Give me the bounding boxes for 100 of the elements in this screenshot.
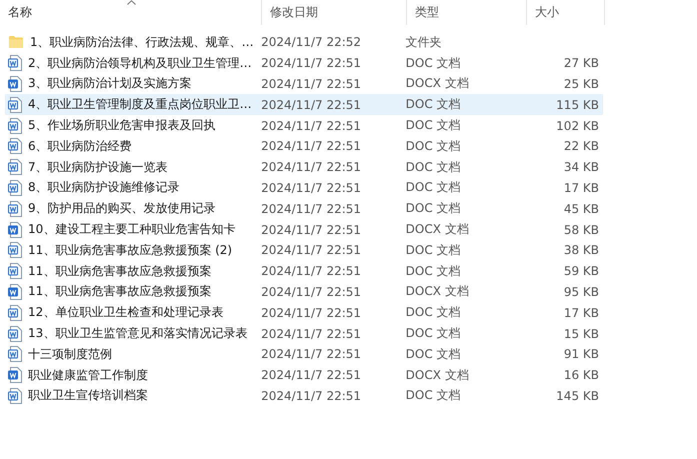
file-type: 文件夹 (406, 34, 442, 51)
modified-date: 2024/11/7 22:51 (261, 264, 362, 278)
column-header[interactable]: 修改日期 (262, 0, 407, 25)
file-type: DOC 文档 (406, 96, 461, 114)
file-type: DOC 文档 (406, 200, 461, 218)
modified-date: 2024/11/7 22:51 (261, 306, 362, 320)
file-name: 1、职业病防治法律、行政法规、规章、… (30, 34, 254, 51)
modified-date: 2024/11/7 22:51 (261, 56, 362, 70)
document-icon (8, 304, 22, 321)
file-size: 45 KB (564, 202, 599, 216)
file-size: 17 KB (564, 306, 599, 320)
file-name: 职业健康监管工作制度 (28, 366, 148, 384)
modified-date: 2024/11/7 22:51 (261, 326, 362, 341)
document-icon (8, 96, 22, 113)
file-row[interactable]: 8、职业病防护设施维修记录 2024/11/7 22:51 DOC 文档 17 KB (5, 178, 603, 198)
file-row[interactable]: 11、职业病危害事故应急救援预案 2024/11/7 22:51 DOC 文档 59 KB (5, 260, 603, 282)
file-row[interactable]: 3、职业病防治计划及实施方案 2024/11/7 22:51 DOCX 文档 25 KB (5, 74, 603, 94)
file-row[interactable]: 6、职业病防治经费 2024/11/7 22:51 DOC 文档 22 KB (5, 136, 603, 157)
file-size: 91 KB (564, 347, 599, 362)
modified-date: 2024/11/7 22:51 (261, 76, 362, 91)
file-type: DOCX 文档 (406, 366, 469, 384)
file-type: DOC 文档 (406, 242, 461, 259)
document-icon (8, 388, 22, 404)
file-row[interactable]: 5、作业场所职业危害申报表及回执 2024/11/7 22:51 DOC 文档 102 KB (5, 115, 603, 136)
document-icon (8, 242, 22, 258)
file-row[interactable]: 7、职业病防护设施一览表 2024/11/7 22:51 DOC 文档 34 KB (5, 156, 603, 178)
file-type: DOC 文档 (406, 158, 461, 176)
file-row[interactable]: 职业健康监管工作制度 2024/11/7 22:51 DOCX 文档 16 KB (5, 364, 603, 386)
modified-date: 2024/11/7 22:51 (261, 202, 362, 216)
modified-date: 2024/11/7 22:51 (261, 284, 362, 299)
file-name: 13、职业卫生监管意见和落实情况记录表 (28, 325, 248, 342)
file-row[interactable]: 10、建设工程主要工种职业危害告知卡 2024/11/7 22:51 DOCX 文档 58 KB (5, 219, 603, 240)
file-type: DOC 文档 (406, 54, 461, 72)
file-type: DOC 文档 (406, 179, 461, 196)
file-size: 102 KB (556, 118, 599, 133)
modified-date: 2024/11/7 22:51 (261, 243, 362, 258)
modified-date: 2024/11/7 22:51 (261, 180, 362, 195)
file-row[interactable]: 9、防护用品的购买、发放使用记录 2024/11/7 22:51 DOC 文档 45 KB (5, 198, 603, 220)
file-row[interactable]: 1、职业病防治法律、行政法规、规章、… 2024/11/7 22:52 文件夹 (5, 32, 603, 53)
document-icon (8, 118, 22, 134)
document-icon (8, 346, 22, 362)
file-row[interactable]: 12、单位职业卫生检查和处理记录表 2024/11/7 22:51 DOC 文档 17 KB (5, 302, 603, 324)
modified-date: 2024/11/7 22:51 (261, 368, 362, 382)
file-name: 11、职业病危害事故应急救援预案 (28, 262, 212, 280)
modified-date: 2024/11/7 22:51 (261, 388, 362, 403)
folder-icon (8, 35, 24, 50)
file-row[interactable]: 十三项制度范例 2024/11/7 22:51 DOC 文档 91 KB (5, 344, 603, 365)
file-row[interactable]: 4、职业卫生管理制度及重点岗位职业卫… 2024/11/7 22:51 DOC 文档 115 KB (5, 94, 603, 116)
file-type: DOC 文档 (406, 262, 461, 280)
document-icon (8, 159, 22, 176)
document-icon (8, 180, 22, 196)
file-type: DOC 文档 (406, 138, 461, 155)
file-row[interactable]: 2、职业病防治领导机构及职业卫生管理… 2024/11/7 22:51 DOC 文档 27 KB (5, 52, 603, 74)
file-size: 17 KB (564, 180, 599, 195)
document-icon (8, 138, 22, 154)
file-type: DOC 文档 (406, 304, 461, 322)
document-icon (8, 326, 22, 342)
file-type: DOC 文档 (406, 387, 461, 404)
word-document-icon (8, 367, 22, 384)
document-icon (8, 263, 22, 280)
file-size: 95 KB (564, 284, 599, 299)
modified-date: 2024/11/7 22:51 (261, 139, 362, 154)
file-size: 27 KB (564, 56, 599, 70)
modified-date: 2024/11/7 22:51 (261, 160, 362, 174)
file-name: 十三项制度范例 (28, 346, 112, 363)
file-type: DOCX 文档 (406, 283, 469, 300)
column-header[interactable]: 大小 (527, 0, 605, 25)
file-size: 22 KB (564, 139, 599, 154)
column-header[interactable]: 类型 (407, 0, 527, 25)
file-size: 16 KB (564, 368, 599, 382)
modified-date: 2024/11/7 22:51 (261, 347, 362, 362)
file-size: 58 KB (564, 222, 599, 237)
file-name: 5、作业场所职业危害申报表及回执 (28, 117, 216, 134)
modified-date: 2024/11/7 22:51 (261, 118, 362, 133)
file-type: DOCX 文档 (406, 221, 469, 238)
file-name: 10、建设工程主要工种职业危害告知卡 (28, 221, 236, 238)
file-row[interactable]: 职业卫生宣传培训档案 2024/11/7 22:51 DOC 文档 145 KB (5, 386, 603, 406)
file-type: DOCX 文档 (406, 75, 469, 92)
file-size: 38 KB (564, 243, 599, 258)
word-document-icon (8, 284, 22, 300)
word-document-icon (8, 222, 22, 238)
file-row[interactable]: 11、职业病危害事故应急救援预案 2024/11/7 22:51 DOCX 文档 95 KB (5, 282, 603, 302)
file-size: 15 KB (564, 326, 599, 341)
modified-date: 2024/11/7 22:51 (261, 98, 362, 112)
file-name: 职业卫生宣传培训档案 (28, 387, 148, 404)
file-name: 8、职业病防护设施维修记录 (28, 179, 180, 196)
document-icon (8, 55, 22, 72)
file-size: 25 KB (564, 76, 599, 91)
file-name: 2、职业病防治领导机构及职业卫生管理… (28, 54, 252, 72)
file-size: 145 KB (556, 388, 599, 403)
file-type: DOC 文档 (406, 325, 461, 342)
file-name: 9、防护用品的购买、发放使用记录 (28, 200, 216, 218)
file-row[interactable]: 13、职业卫生监管意见和落实情况记录表 2024/11/7 22:51 DOC 文档 15 KB (5, 323, 603, 344)
document-icon (8, 200, 22, 217)
file-name: 3、职业病防治计划及实施方案 (28, 75, 192, 92)
column-header[interactable]: 名称 (0, 0, 262, 25)
modified-date: 2024/11/7 22:51 (261, 222, 362, 237)
file-size: 59 KB (564, 264, 599, 278)
file-row[interactable]: 11、职业病危害事故应急救援预案 (2) 2024/11/7 22:51 DOC 文档 38 KB (5, 240, 603, 261)
file-type: DOC 文档 (406, 117, 461, 134)
